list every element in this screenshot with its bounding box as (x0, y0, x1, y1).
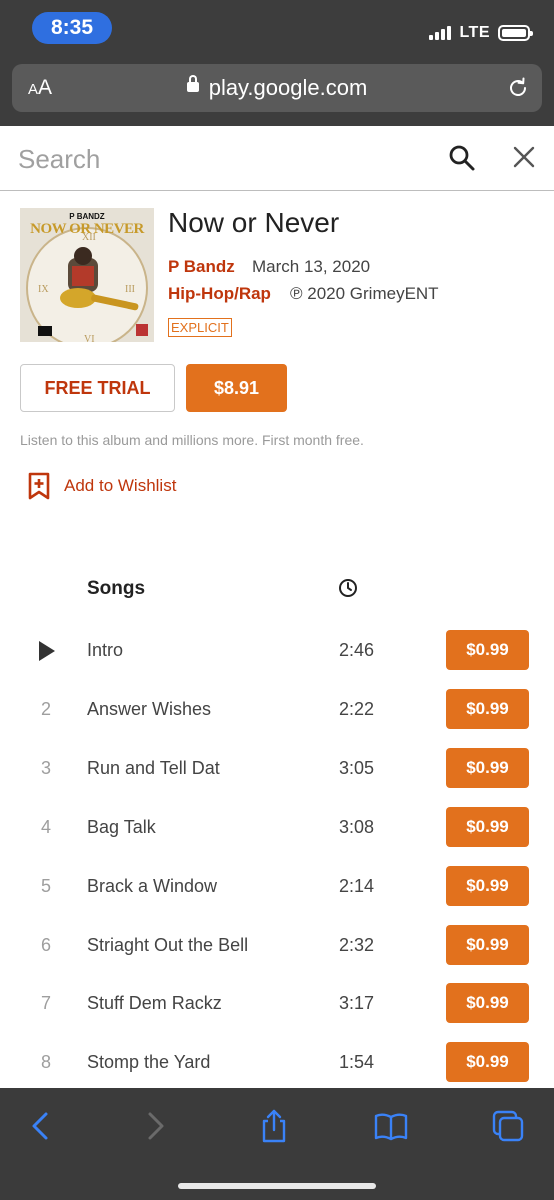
track-duration: 2:14 (339, 876, 375, 896)
track-row[interactable]: 5 Brack a Window 2:14 $0.99 (0, 866, 554, 925)
buy-track-button[interactable]: $0.99 (446, 807, 529, 847)
track-title: Striaght Out the Bell (87, 935, 249, 955)
track-title: Bag Talk (87, 817, 156, 837)
track-number: 3 (40, 758, 51, 778)
back-icon[interactable] (22, 1108, 58, 1144)
buy-track-button[interactable]: $0.99 (446, 748, 529, 788)
track-number: 4 (40, 817, 51, 837)
album-title: Now or Never (168, 207, 340, 238)
album-cover[interactable]: XII III VI IX P BANDZ NOW OR NEVER (20, 208, 154, 342)
search-icon[interactable] (448, 144, 476, 172)
buy-track-button[interactable]: $0.99 (446, 689, 529, 729)
track-duration: 2:46 (339, 640, 375, 660)
status-indicators: LTE (429, 22, 533, 44)
track-row[interactable]: 4 Bag Talk 3:08 $0.99 (0, 807, 554, 866)
svg-text:III: III (125, 284, 135, 295)
buy-track-button[interactable]: $0.99 (446, 925, 529, 965)
network-label: LTE (459, 24, 490, 41)
artist-link[interactable]: P Bandz (168, 257, 235, 277)
buy-track-button[interactable]: $0.99 (446, 866, 529, 906)
track-row[interactable]: 3 Run and Tell Dat 3:05 $0.99 (0, 748, 554, 807)
track-row[interactable]: 6 Striaght Out the Bell 2:32 $0.99 (0, 925, 554, 984)
search-input[interactable] (18, 139, 418, 179)
forward-icon[interactable] (138, 1108, 174, 1144)
track-title: Answer Wishes (87, 699, 212, 719)
tabs-icon[interactable] (490, 1108, 526, 1144)
svg-text:VI: VI (84, 334, 95, 342)
track-row[interactable]: Intro 2:46 $0.99 (0, 630, 554, 689)
lock-icon (186, 75, 199, 93)
reload-icon[interactable] (506, 76, 530, 100)
close-icon[interactable] (511, 144, 537, 170)
track-number: 5 (40, 876, 51, 896)
track-number: 8 (40, 1052, 51, 1072)
track-title: Brack a Window (87, 876, 218, 896)
track-title: Stomp the Yard (87, 1052, 211, 1072)
signal-icon (429, 26, 452, 40)
free-trial-button[interactable]: FREE TRIAL (20, 364, 175, 412)
track-duration: 3:05 (339, 758, 375, 778)
explicit-badge: EXPLICIT (168, 318, 232, 337)
bookmarks-icon[interactable] (373, 1108, 409, 1144)
track-number: 6 (40, 935, 51, 955)
add-to-wishlist-button[interactable]: Add to Wishlist (28, 470, 176, 502)
track-number: 7 (40, 993, 51, 1013)
promo-text: Listen to this album and millions more. … (20, 432, 364, 448)
url-text: play.google.com (208, 75, 368, 100)
cover-title-text: NOW OR NEVER (30, 221, 144, 237)
url-field[interactable]: play.google.com (12, 64, 542, 112)
search-bar (0, 126, 554, 191)
genre-link[interactable]: Hip-Hop/Rap (168, 284, 271, 304)
url-bar[interactable]: AA play.google.com (12, 64, 542, 112)
play-icon[interactable] (38, 640, 56, 662)
buy-track-button[interactable]: $0.99 (446, 630, 529, 670)
track-duration: 1:54 (339, 1052, 375, 1072)
home-indicator[interactable] (178, 1183, 376, 1189)
track-duration: 2:22 (339, 699, 375, 719)
share-icon[interactable] (256, 1108, 292, 1144)
battery-icon (498, 25, 533, 41)
copyright: ℗ 2020 GrimeyENT (290, 284, 439, 303)
bookmark-add-icon (28, 472, 50, 500)
buy-album-button[interactable]: $8.91 (186, 364, 287, 412)
wishlist-label: Add to Wishlist (64, 476, 177, 495)
track-title: Run and Tell Dat (87, 758, 220, 778)
cover-artist-text: P BANDZ (69, 212, 105, 221)
track-title: Intro (87, 640, 124, 660)
status-time: 8:35 (32, 12, 112, 44)
browser-chrome: 8:35 LTE AA play.google.com (0, 0, 554, 126)
buy-track-button[interactable]: $0.99 (446, 983, 529, 1023)
track-row[interactable]: 2 Answer Wishes 2:22 $0.99 (0, 689, 554, 748)
track-row[interactable]: 7 Stuff Dem Rackz 3:17 $0.99 (0, 983, 554, 1042)
track-duration: 3:17 (339, 993, 375, 1013)
clock-icon (339, 579, 357, 597)
track-duration: 3:08 (339, 817, 375, 837)
buy-track-button[interactable]: $0.99 (446, 1042, 529, 1082)
svg-text:IX: IX (38, 284, 49, 295)
track-title: Stuff Dem Rackz (87, 993, 222, 1013)
songs-column-header: Songs (87, 578, 146, 599)
track-number: 2 (40, 699, 51, 719)
track-duration: 2:32 (339, 935, 375, 955)
release-date: March 13, 2020 (252, 257, 371, 276)
